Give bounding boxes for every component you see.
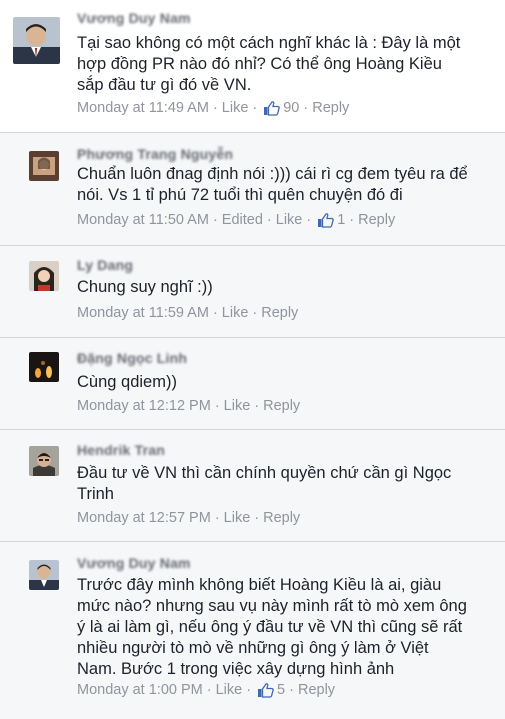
- reply-link[interactable]: Reply: [312, 100, 349, 116]
- separator: ·: [212, 305, 218, 321]
- commenter-name[interactable]: Đặng Ngọc Linh: [77, 350, 187, 366]
- separator: ·: [254, 510, 260, 526]
- comment-meta: Monday at 11:49 AM · Like · 90 · Reply: [77, 100, 349, 116]
- separator: ·: [349, 212, 355, 228]
- comment-text: Trước đây mình không biết Hoàng Kiều là …: [77, 576, 467, 678]
- separator: ·: [206, 682, 212, 698]
- commenter-name[interactable]: Phương Trang Nguyễn: [77, 146, 233, 162]
- like-link[interactable]: Like: [224, 398, 251, 414]
- commenter-name[interactable]: Vương Duy Nam: [77, 10, 191, 26]
- separator: ·: [289, 682, 294, 698]
- like-link[interactable]: Like: [216, 682, 243, 698]
- comment-text: Chuẩn luôn đnag định nói :))) cái rì cg …: [77, 165, 468, 204]
- timestamp[interactable]: Monday at 12:57 PM: [77, 510, 211, 526]
- timestamp[interactable]: Monday at 11:59 AM: [77, 305, 209, 321]
- separator: ·: [254, 398, 260, 414]
- comment-meta: Monday at 12:12 PM · Like · Reply: [77, 398, 300, 414]
- commenter-name[interactable]: Ly Dang: [77, 257, 133, 273]
- avatar[interactable]: [29, 151, 59, 181]
- avatar[interactable]: [29, 261, 59, 291]
- thumbs-up-icon[interactable]: [317, 212, 334, 228]
- separator: ·: [252, 305, 258, 321]
- reply-item: Ly Dang Chung suy nghĩ :)) Monday at 11:…: [0, 246, 505, 338]
- reply-link[interactable]: Reply: [298, 682, 335, 698]
- avatar[interactable]: [29, 352, 59, 382]
- reply-item: Phương Trang Nguyễn Chuẩn luôn đnag định…: [0, 133, 505, 246]
- reply-item: Đặng Ngọc Linh Cùng qdiem)) Monday at 12…: [0, 338, 505, 430]
- comment-text: Đầu tư về VN thì cần chính quyền chứ cần…: [77, 464, 452, 503]
- separator: ·: [246, 682, 252, 698]
- separator: ·: [214, 510, 220, 526]
- like-link[interactable]: Like: [222, 100, 249, 116]
- separator: ·: [303, 100, 309, 116]
- like-count[interactable]: 90: [283, 100, 299, 116]
- comment-thread: Vương Duy Nam Tại sao không có một cách …: [0, 0, 505, 719]
- commenter-name[interactable]: Hendrik Tran: [77, 442, 165, 458]
- avatar[interactable]: [13, 17, 60, 64]
- comment-item: Vương Duy Nam Tại sao không có một cách …: [0, 0, 505, 133]
- avatar[interactable]: [29, 446, 59, 476]
- commenter-name[interactable]: Vương Duy Nam: [77, 555, 191, 571]
- comment-meta: Monday at 1:00 PM · Like · 5 · Reply: [77, 682, 335, 698]
- reply-link[interactable]: Reply: [263, 510, 300, 526]
- comment-text: Chung suy nghĩ :)): [77, 278, 213, 296]
- timestamp[interactable]: Monday at 11:50 AM: [77, 212, 209, 228]
- separator: ·: [252, 100, 258, 116]
- separator: ·: [266, 212, 272, 228]
- edited-label[interactable]: Edited: [222, 212, 263, 228]
- like-link[interactable]: Like: [276, 212, 303, 228]
- reply-link[interactable]: Reply: [263, 398, 300, 414]
- separator: ·: [212, 212, 218, 228]
- like-count[interactable]: 5: [277, 682, 285, 698]
- reply-item: Hendrik Tran Đầu tư về VN thì cần chính …: [0, 430, 505, 542]
- comment-text: Cùng qdiem)): [77, 373, 177, 391]
- timestamp[interactable]: Monday at 1:00 PM: [77, 682, 203, 698]
- like-count[interactable]: 1: [337, 212, 345, 228]
- reply-item: Vương Duy Nam Trước đây mình không biết …: [0, 542, 505, 719]
- separator: ·: [212, 100, 218, 116]
- thumbs-up-icon[interactable]: [257, 682, 274, 698]
- like-link[interactable]: Like: [222, 305, 249, 321]
- comment-meta: Monday at 12:57 PM · Like · Reply: [77, 510, 300, 526]
- reply-link[interactable]: Reply: [358, 212, 395, 228]
- comment-meta: Monday at 11:59 AM · Like · Reply: [77, 305, 298, 321]
- reply-link[interactable]: Reply: [261, 305, 298, 321]
- separator: ·: [306, 212, 312, 228]
- thumbs-up-icon[interactable]: [263, 100, 281, 116]
- separator: ·: [214, 398, 220, 414]
- comment-text: Tại sao không có một cách nghĩ khác là :…: [77, 34, 461, 94]
- timestamp[interactable]: Monday at 12:12 PM: [77, 398, 211, 414]
- avatar[interactable]: [29, 560, 59, 590]
- timestamp[interactable]: Monday at 11:49 AM: [77, 100, 209, 116]
- like-link[interactable]: Like: [224, 510, 251, 526]
- comment-meta: Monday at 11:50 AM · Edited · Like · 1 ·…: [77, 212, 395, 228]
